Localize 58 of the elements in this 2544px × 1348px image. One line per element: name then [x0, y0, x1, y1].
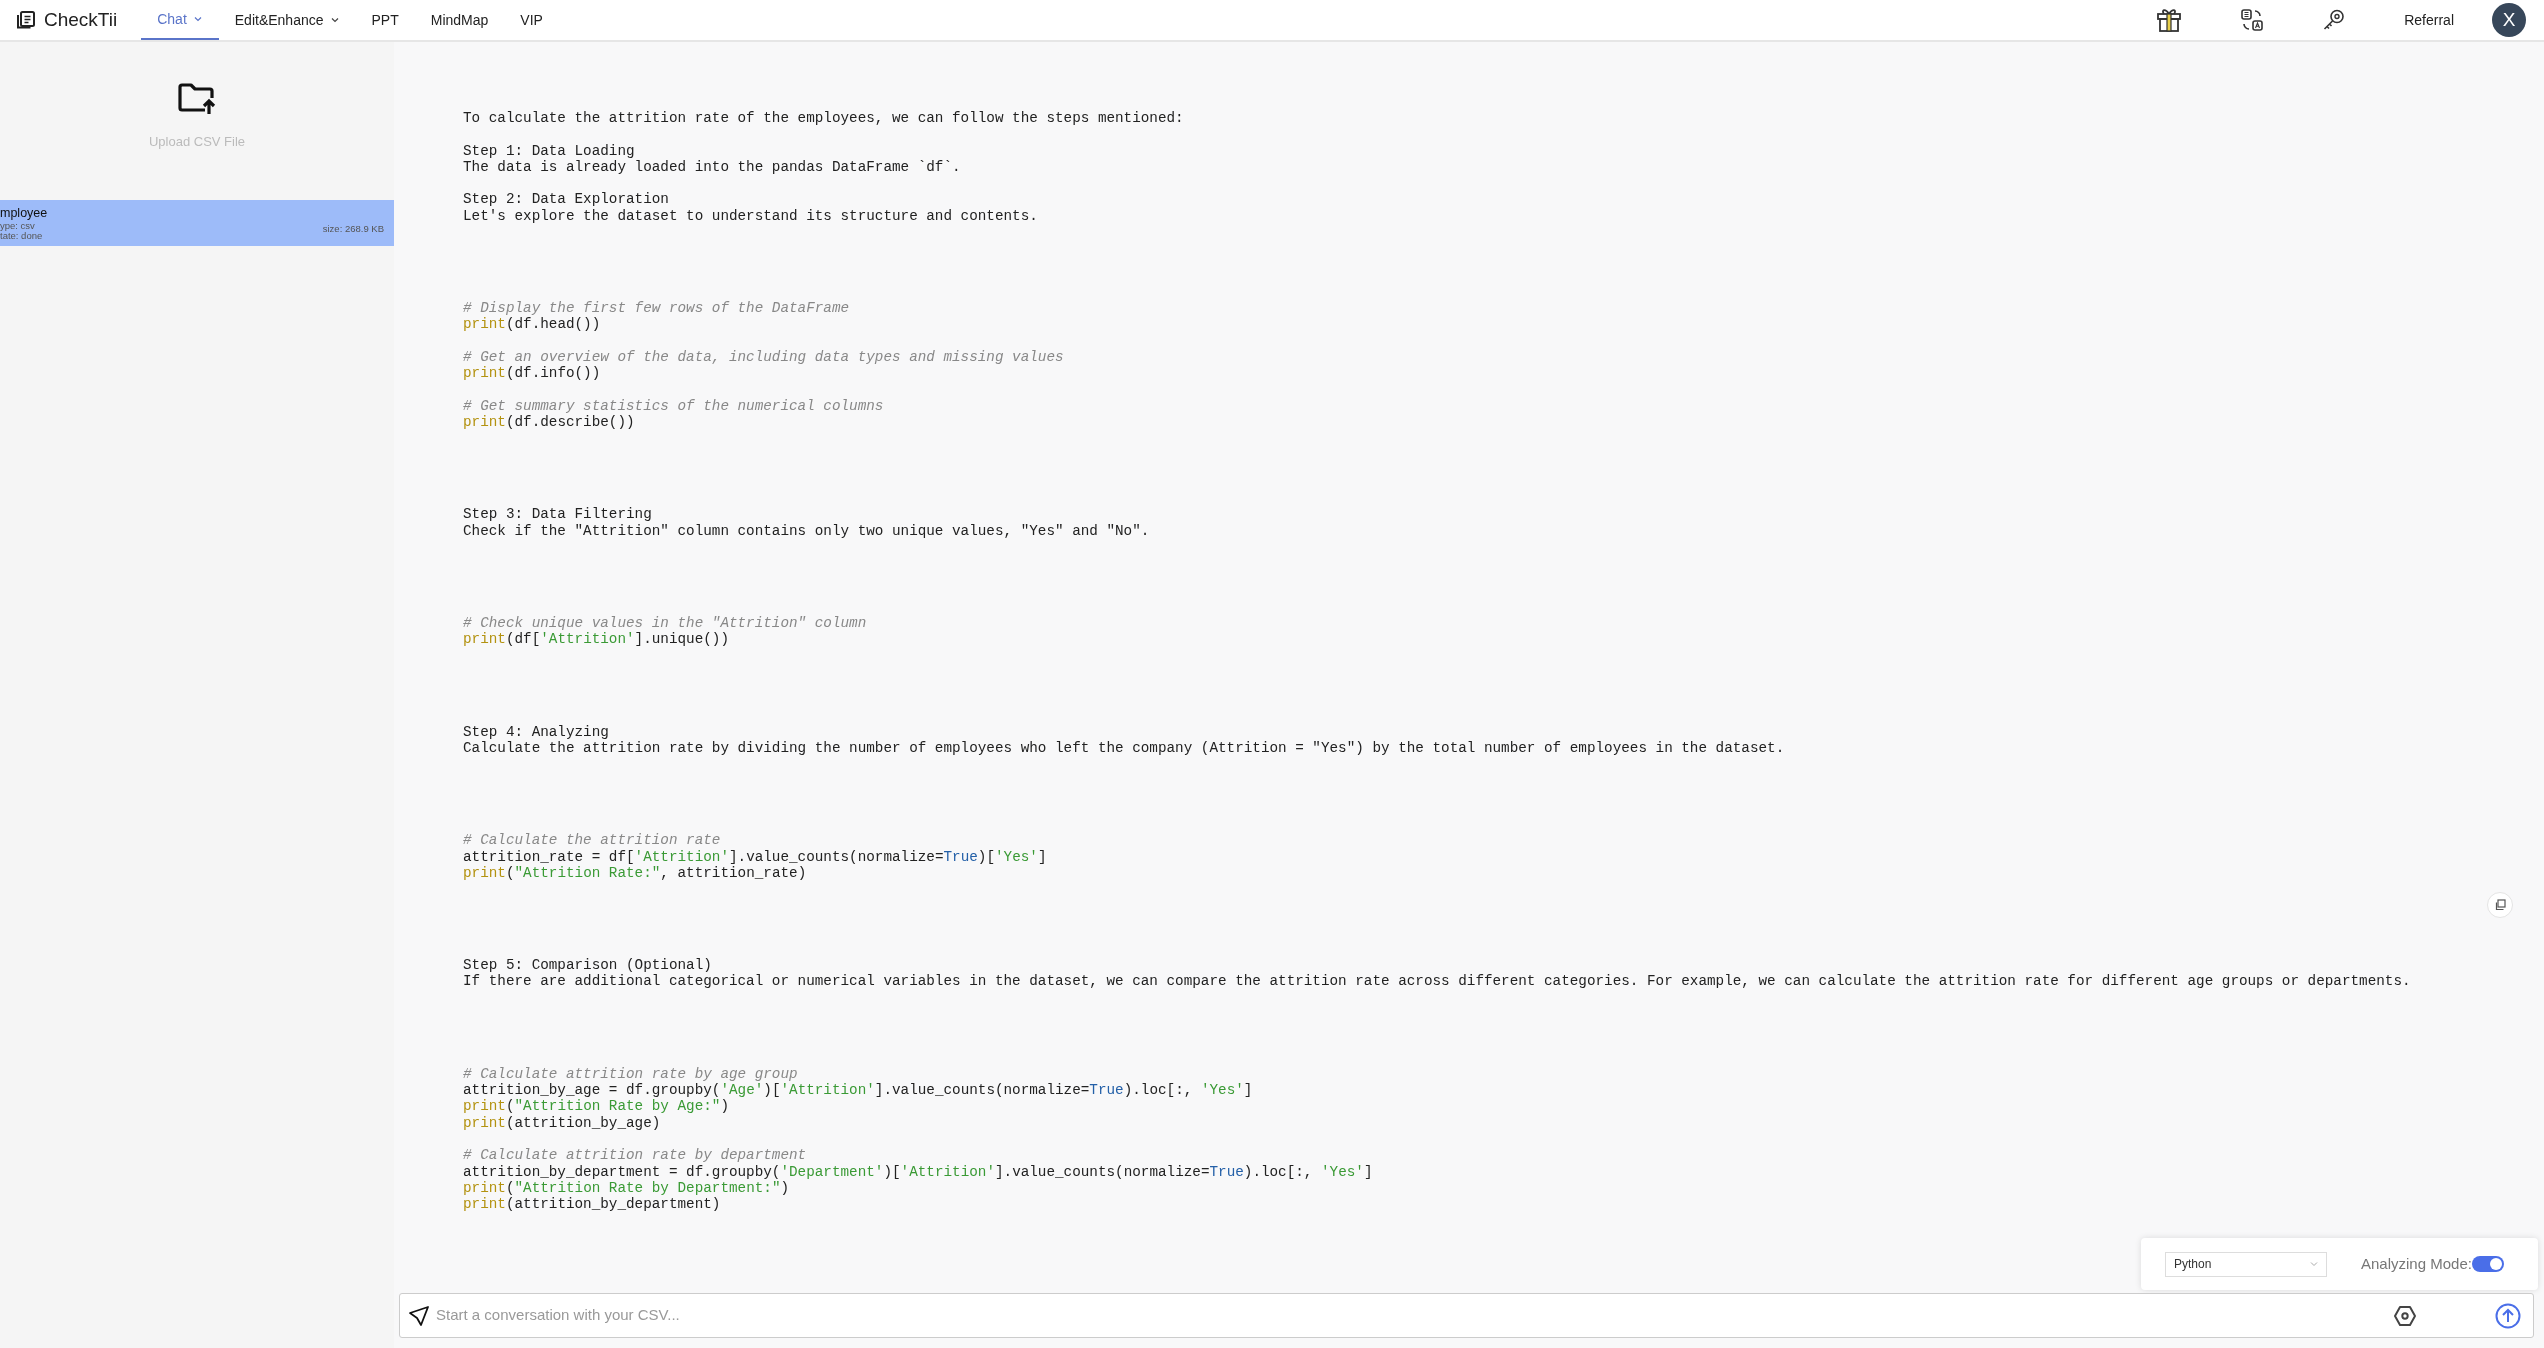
code-line: print(attrition_by_department) [463, 1196, 722, 1213]
gift-icon[interactable] [2156, 8, 2183, 32]
key-icon[interactable] [2322, 8, 2347, 32]
code-line: # Calculate attrition rate by age group [463, 1065, 799, 1082]
analyzing-mode-toggle[interactable] [2471, 1256, 2504, 1272]
file-name: mployee [0, 206, 48, 221]
hexagon-settings-icon[interactable] [2393, 1303, 2417, 1328]
nav-tab[interactable]: Chat [141, 0, 219, 40]
nav-tab[interactable]: PPT [355, 0, 415, 40]
code-line: print(df['Attrition'].unique()) [463, 631, 730, 648]
message-text: Check if the "Attrition" column contains only two unique values, "Yes" and "No". [463, 522, 1151, 540]
message-text: Step 2: Data Exploration [463, 191, 670, 208]
nav-tab[interactable]: MindMap [414, 0, 505, 40]
language-select[interactable]: Python [2165, 1251, 2327, 1277]
file-size: size: 268.9 KB [322, 224, 384, 234]
copy-button[interactable] [2487, 892, 2513, 918]
message-text: Let's explore the dataset to understand its structure and contents. [463, 207, 1039, 225]
code-line: # Display the first few rows of the DataFrame [463, 300, 851, 317]
user-avatar[interactable]: X [2492, 3, 2526, 37]
code-line: # Calculate attrition rate by department [463, 1147, 808, 1164]
code-line: # Check unique values in the "Attrition" column [463, 615, 868, 632]
message-text: Step 3: Data Filtering [463, 506, 653, 523]
nav-tab[interactable]: Edit&Enhance [218, 0, 356, 40]
message-text: To calculate the attrition rate of the employees, we can follow the steps mentioned: [463, 110, 1185, 127]
code-line: print("Attrition Rate by Age:") [463, 1098, 730, 1115]
logo-icon [16, 10, 36, 30]
code-line: # Get summary statistics of the numerical columns [463, 397, 885, 415]
code-line: # Calculate the attrition rate [463, 832, 722, 849]
referral-link[interactable]: Referral [2404, 9, 2454, 31]
code-line: attrition_rate = df['Attrition'].value_counts(normalize=True)['Yes'] [463, 848, 1048, 865]
chat-input[interactable]: Start a conversation with your CSV... [434, 1303, 2393, 1328]
code-line: print(df.info()) [463, 365, 602, 382]
code-line: print("Attrition Rate by Department:") [463, 1179, 791, 1197]
file-item[interactable]: mployee ype: csv tate: done size: 268.9 KB [0, 200, 394, 246]
message-text: Step 4: Analyzing [463, 723, 610, 740]
folder-upload-icon[interactable] [177, 82, 217, 116]
code-line: # Get an overview of the data, including data types and missing values [463, 348, 1065, 366]
file-state: tate: done [0, 231, 44, 241]
file-type: ype: csv [0, 221, 36, 231]
code-line: attrition_by_age = df.groupby('Age')['Attrition'].value_counts(normalize=True).loc[:, 'Yes'] [463, 1082, 1254, 1099]
translate-icon[interactable] [2240, 8, 2265, 32]
code-line: attrition_by_department = df.groupby('Department')['Attrition'].value_counts(normalize=True).loc[:, 'Yes'] [463, 1163, 1374, 1180]
message-text: Calculate the attrition rate by dividing the number of employees who left the company (Attrition = "Yes") by the total number of employees in the dataset. [463, 739, 1786, 757]
code-line: print("Attrition Rate:", attrition_rate) [463, 864, 808, 882]
caret-icon [2310, 1261, 2318, 1267]
nav-tab[interactable]: VIP [504, 0, 559, 40]
mode-label: Analyzing Mode: [2361, 1253, 2472, 1274]
app-name: CheckTii [44, 7, 118, 32]
send-icon [408, 1304, 430, 1327]
copy-icon [2494, 899, 2506, 911]
code-line: print(attrition_by_age) [463, 1114, 662, 1131]
message-text: Step 5: Comparison (Optional) [463, 957, 713, 974]
code-line: print(df.head()) [463, 316, 602, 333]
message-text: The data is already loaded into the pandas DataFrame `df`. [463, 158, 962, 176]
message-text: If there are additional categorical or numerical variables in the dataset, we can compare the attrition rate across different categories. For example, we can calculate the attrition rate for different age groups or departments. [463, 973, 2412, 990]
message-text: Step 1: Data Loading [463, 142, 636, 159]
chat-input-bar[interactable]: Start a conversation with your CSV... [399, 1293, 2534, 1338]
code-line: print(df.describe()) [463, 414, 636, 431]
